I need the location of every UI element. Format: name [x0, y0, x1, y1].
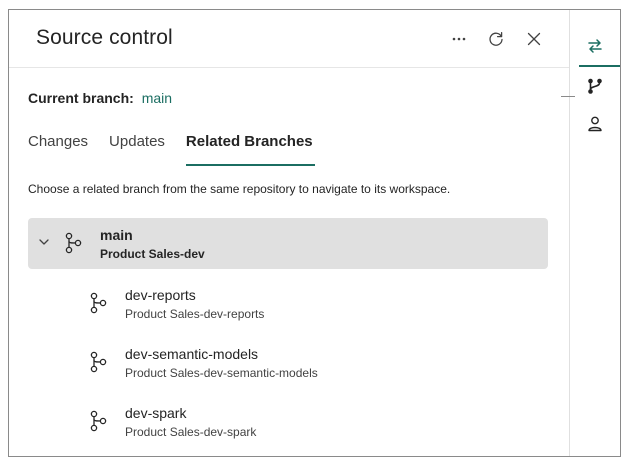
branch-main-text: main Product Sales-dev: [100, 227, 205, 261]
branch-workspace: Product Sales-dev-reports: [125, 307, 265, 321]
related-branches-description: Choose a related branch from the same re…: [28, 182, 451, 196]
branch-name: main: [100, 227, 133, 243]
more-options-button[interactable]: [446, 26, 472, 52]
refresh-button[interactable]: [483, 26, 509, 52]
sync-arrows-icon: [588, 39, 602, 53]
current-branch-label: Current branch:: [28, 90, 134, 106]
source-control-panel: Source control Current branch: main Chan…: [9, 10, 570, 456]
branch-row-main[interactable]: main Product Sales-dev: [28, 218, 548, 269]
panel-title: Source control: [36, 26, 173, 49]
branch-icon: [65, 232, 82, 254]
rail-source-control-button[interactable]: [581, 32, 609, 60]
refresh-icon: [489, 31, 503, 46]
panel-header: Source control: [9, 10, 569, 68]
branch-row-dev-reports[interactable]: dev-reports Product Sales-dev-reports: [28, 281, 548, 340]
chevron-down-icon[interactable]: [38, 236, 50, 248]
tab-related-branches[interactable]: Related Branches: [185, 132, 315, 166]
more-horizontal-icon: [452, 37, 466, 41]
branch-text: dev-spark Product Sales-dev-spark: [125, 405, 256, 439]
rail-people-button[interactable]: [581, 110, 609, 138]
app-frame: Source control Current branch: main Chan…: [8, 9, 621, 457]
branch-icon: [90, 292, 107, 314]
rail-active-indicator: [579, 65, 620, 67]
branch-text: dev-reports Product Sales-dev-reports: [125, 287, 264, 321]
branch-row-dev-spark[interactable]: dev-spark Product Sales-dev-spark: [28, 399, 548, 456]
branch-icon: [90, 410, 107, 432]
branch-row-dev-semantic-models[interactable]: dev-semantic-models Product Sales-dev-se…: [28, 340, 548, 399]
branch-icon: [588, 78, 602, 94]
branch-list: main Product Sales-dev dev-reports Produ…: [28, 218, 548, 456]
close-icon: [527, 32, 541, 46]
rail-branches-button[interactable]: [581, 72, 609, 100]
person-icon: [588, 116, 602, 132]
tab-bar: Changes Updates Related Branches: [28, 132, 334, 166]
branch-workspace: Product Sales-dev: [100, 247, 205, 261]
rail-divider: [561, 96, 575, 97]
tab-changes[interactable]: Changes: [28, 132, 88, 166]
branch-name: dev-reports: [125, 287, 196, 303]
branch-name: dev-semantic-models: [125, 346, 259, 362]
branch-icon: [90, 351, 107, 373]
branch-workspace: Product Sales-dev-semantic-models: [125, 366, 318, 380]
branch-name: dev-spark: [125, 405, 187, 421]
current-branch-value: main: [141, 90, 173, 106]
side-rail: [561, 10, 620, 456]
branch-text: dev-semantic-models Product Sales-dev-se…: [125, 346, 318, 380]
close-button[interactable]: [521, 26, 547, 52]
tab-updates[interactable]: Updates: [109, 132, 165, 166]
current-branch: Current branch: main: [28, 90, 172, 106]
branch-workspace: Product Sales-dev-spark: [125, 425, 257, 439]
